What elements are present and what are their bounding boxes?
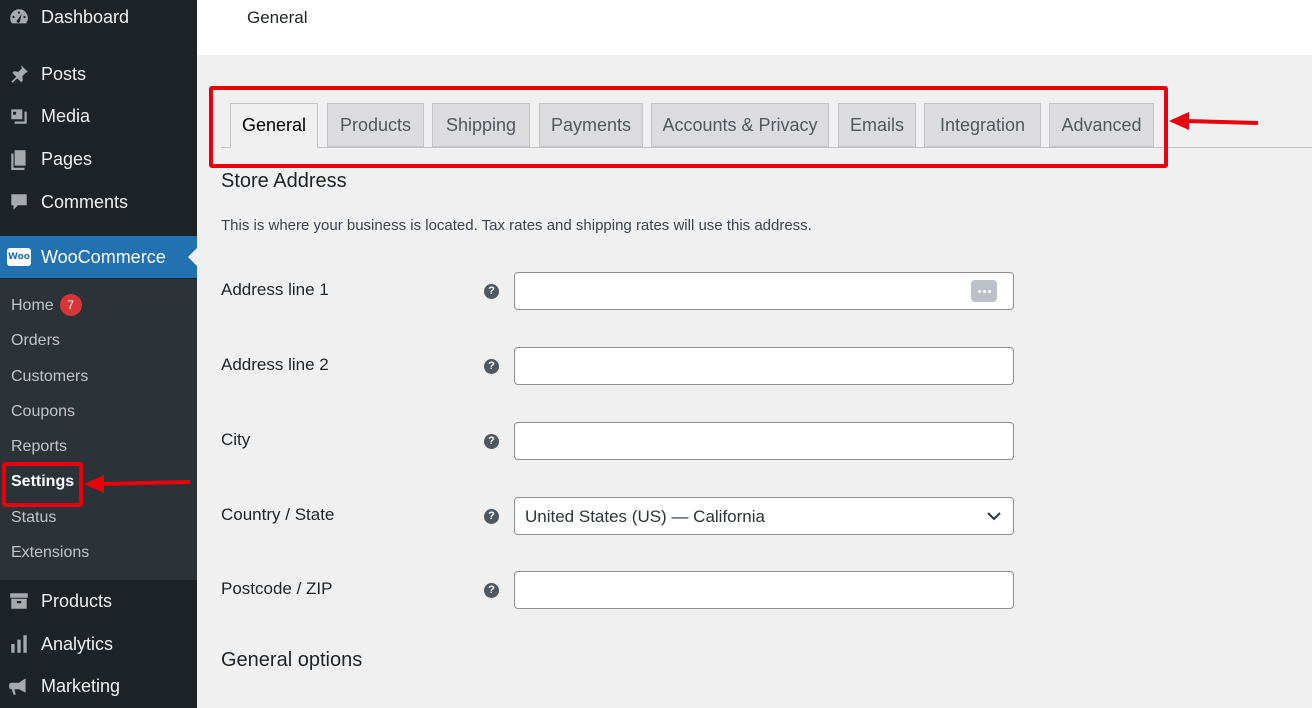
pages-icon	[6, 146, 32, 172]
submenu-extensions[interactable]: Extensions	[11, 541, 89, 565]
submenu-settings[interactable]: Settings	[11, 470, 74, 494]
menu-products[interactable]: Products	[0, 580, 197, 622]
menu-label: Marketing	[41, 675, 121, 696]
help-icon[interactable]: ?	[484, 509, 499, 524]
tabs-baseline	[221, 147, 1312, 148]
city-input[interactable]	[514, 422, 1014, 460]
megaphone-icon	[6, 673, 32, 699]
postcode-input[interactable]	[514, 571, 1014, 609]
section-title-general-options: General options	[221, 649, 363, 671]
submenu-orders[interactable]: Orders	[11, 329, 60, 353]
password-manager-icon[interactable]	[971, 280, 997, 302]
page-title: General	[247, 8, 308, 27]
menu-marketing[interactable]: Marketing	[0, 665, 197, 707]
submenu-coupons[interactable]: Coupons	[11, 400, 75, 424]
tab-general[interactable]: General	[230, 103, 318, 148]
page-header: General	[197, 0, 1312, 55]
tab-emails[interactable]: Emails	[838, 103, 916, 147]
address-line-2-input[interactable]	[514, 347, 1014, 385]
menu-label: Pages	[41, 148, 93, 169]
woo-logo-icon: Woo	[6, 244, 32, 270]
archive-icon	[6, 588, 32, 614]
menu-posts[interactable]: Posts	[0, 53, 197, 95]
select-value: United States (US) — California	[525, 507, 765, 526]
annotation-arrow-settings	[84, 475, 191, 493]
country-state-select[interactable]: United States (US) — California	[514, 497, 1014, 535]
menu-pages[interactable]: Pages	[0, 138, 197, 180]
admin-sidebar: Dashboard Posts Media Pages Comments Woo…	[0, 0, 197, 708]
help-icon[interactable]: ?	[484, 434, 499, 449]
section-description: This is where your business is located. …	[221, 217, 812, 234]
annotation-arrow-tabs	[1169, 112, 1259, 130]
menu-label: Products	[41, 590, 113, 611]
chevron-down-icon	[987, 512, 1001, 521]
tab-payments[interactable]: Payments	[539, 103, 643, 147]
submenu-reports[interactable]: Reports	[11, 435, 67, 459]
pin-icon	[6, 61, 32, 87]
comment-icon	[6, 189, 32, 215]
media-icon	[6, 103, 32, 129]
menu-woocommerce[interactable]: Woo WooCommerce	[0, 236, 197, 278]
menu-analytics[interactable]: Analytics	[0, 623, 197, 665]
help-icon[interactable]: ?	[484, 284, 499, 299]
submenu-label: Home	[11, 297, 54, 314]
menu-label: Analytics	[41, 633, 114, 654]
woocommerce-submenu: Home 7 Orders Customers Coupons Reports S…	[0, 279, 197, 580]
bar-chart-icon	[6, 631, 32, 657]
label-postcode: Postcode / ZIP	[221, 579, 333, 598]
notification-badge: 7	[59, 294, 82, 316]
address-line-1-input[interactable]	[514, 272, 1014, 310]
submenu-home[interactable]: Home 7	[11, 294, 82, 318]
submenu-status[interactable]: Status	[11, 506, 56, 530]
label-country-state: Country / State	[221, 505, 335, 524]
menu-label: Media	[41, 105, 91, 126]
tab-integration[interactable]: Integration	[924, 103, 1041, 147]
menu-label: WooCommerce	[41, 246, 166, 267]
dashboard-icon	[6, 4, 32, 30]
menu-dashboard[interactable]: Dashboard	[0, 0, 197, 38]
tab-advanced[interactable]: Advanced	[1049, 103, 1154, 147]
menu-media[interactable]: Media	[0, 95, 197, 137]
label-city: City	[221, 430, 251, 449]
menu-label: Posts	[41, 63, 87, 84]
menu-label: Comments	[41, 191, 129, 212]
section-title-store-address: Store Address	[221, 170, 347, 192]
label-address-line-1: Address line 1	[221, 280, 329, 299]
help-icon[interactable]: ?	[484, 583, 499, 598]
label-address-line-2: Address line 2	[221, 355, 329, 374]
submenu-customers[interactable]: Customers	[11, 365, 88, 389]
menu-comments[interactable]: Comments	[0, 181, 197, 223]
tab-accounts-privacy[interactable]: Accounts & Privacy	[651, 103, 829, 147]
menu-label: Dashboard	[41, 6, 130, 27]
woo-logo: Woo	[7, 248, 31, 266]
help-icon[interactable]: ?	[484, 359, 499, 374]
tab-products[interactable]: Products	[327, 103, 424, 147]
tab-shipping[interactable]: Shipping	[432, 103, 530, 147]
active-menu-arrow	[188, 248, 197, 266]
